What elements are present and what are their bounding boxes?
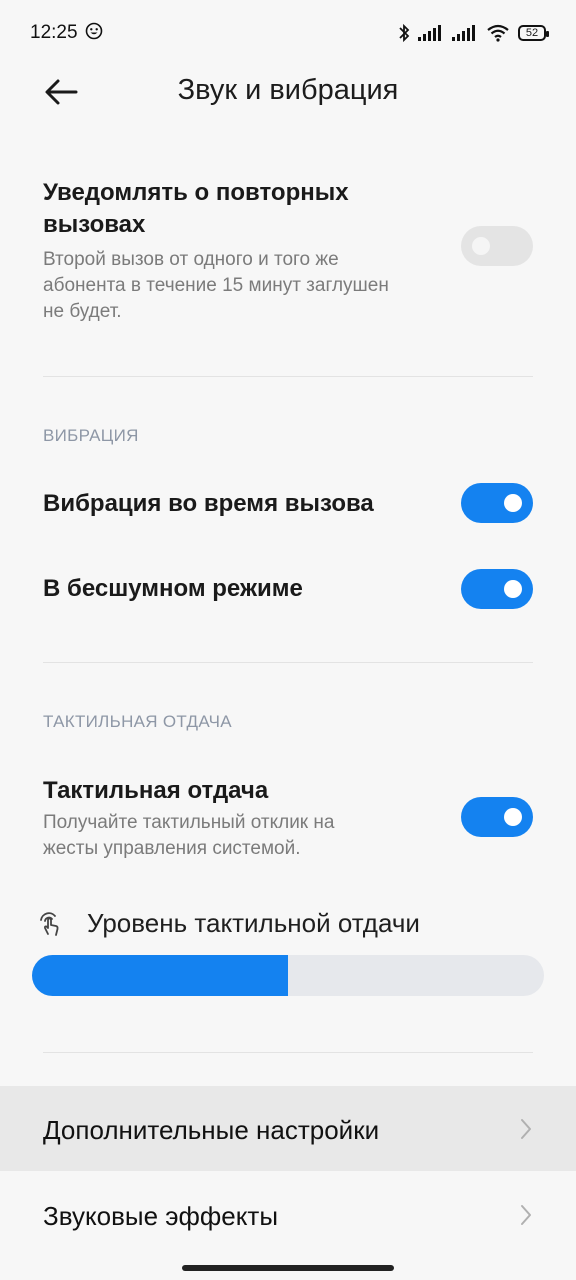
repeat-calls-desc-2: абонента в течение 15 минут заглушен <box>43 275 389 296</box>
repeat-calls-title-2: вызовах <box>43 211 146 238</box>
navigation-handle[interactable] <box>182 1265 394 1271</box>
repeat-calls-toggle[interactable] <box>461 226 533 266</box>
setting-repeat-calls: Уведомлять о повторных вызовах Второй вы… <box>43 177 463 325</box>
haptic-title: Тактильная отдача <box>43 777 269 804</box>
signal-icon <box>418 25 441 41</box>
silent-mode-toggle[interactable] <box>461 569 533 609</box>
additional-settings-label: Дополнительные настройки <box>43 1115 380 1145</box>
setting-haptic-feedback: Тактильная отдача Получайте тактильный о… <box>43 775 443 862</box>
signal-icon <box>452 25 475 41</box>
sound-effects-label: Звуковые эффекты <box>43 1201 279 1231</box>
divider <box>43 662 533 663</box>
vibration-during-call-toggle[interactable] <box>461 483 533 523</box>
emoji-notification-icon <box>85 22 103 40</box>
status-time-text: 12:25 <box>30 22 78 43</box>
touch-hand-icon <box>40 912 59 936</box>
battery-icon: 52 <box>518 25 549 41</box>
divider <box>43 1052 533 1053</box>
haptic-level-slider[interactable] <box>32 955 544 996</box>
bluetooth-icon <box>399 23 410 43</box>
repeat-calls-desc-3: не будет. <box>43 301 122 322</box>
haptic-level-fill <box>32 955 288 996</box>
page-title: Звук и вибрация <box>177 74 399 106</box>
haptic-feedback-toggle[interactable] <box>461 797 533 837</box>
haptic-level-label: Уровень тактильной отдачи <box>87 908 420 938</box>
repeat-calls-title-1: Уведомлять о повторных <box>43 179 349 206</box>
chevron-right-icon <box>521 1205 531 1225</box>
section-header-vibration: ВИБРАЦИЯ <box>43 426 139 445</box>
wifi-icon <box>487 24 509 42</box>
vibration-during-call-label: Вибрация во время вызова <box>43 490 374 517</box>
silent-mode-label: В бесшумном режиме <box>43 575 303 602</box>
status-time: 12:25 <box>30 22 103 44</box>
chevron-right-icon <box>521 1119 531 1139</box>
haptic-desc-2: жесты управления системой. <box>43 838 301 859</box>
repeat-calls-desc-1: Второй вызов от одного и того же <box>43 249 339 270</box>
battery-level: 52 <box>525 27 539 39</box>
haptic-desc-1: Получайте тактильный отклик на <box>43 812 335 833</box>
section-header-haptic: ТАКТИЛЬНАЯ ОТДАЧА <box>43 712 232 731</box>
divider <box>43 376 533 377</box>
status-icons: 52 <box>398 20 549 46</box>
